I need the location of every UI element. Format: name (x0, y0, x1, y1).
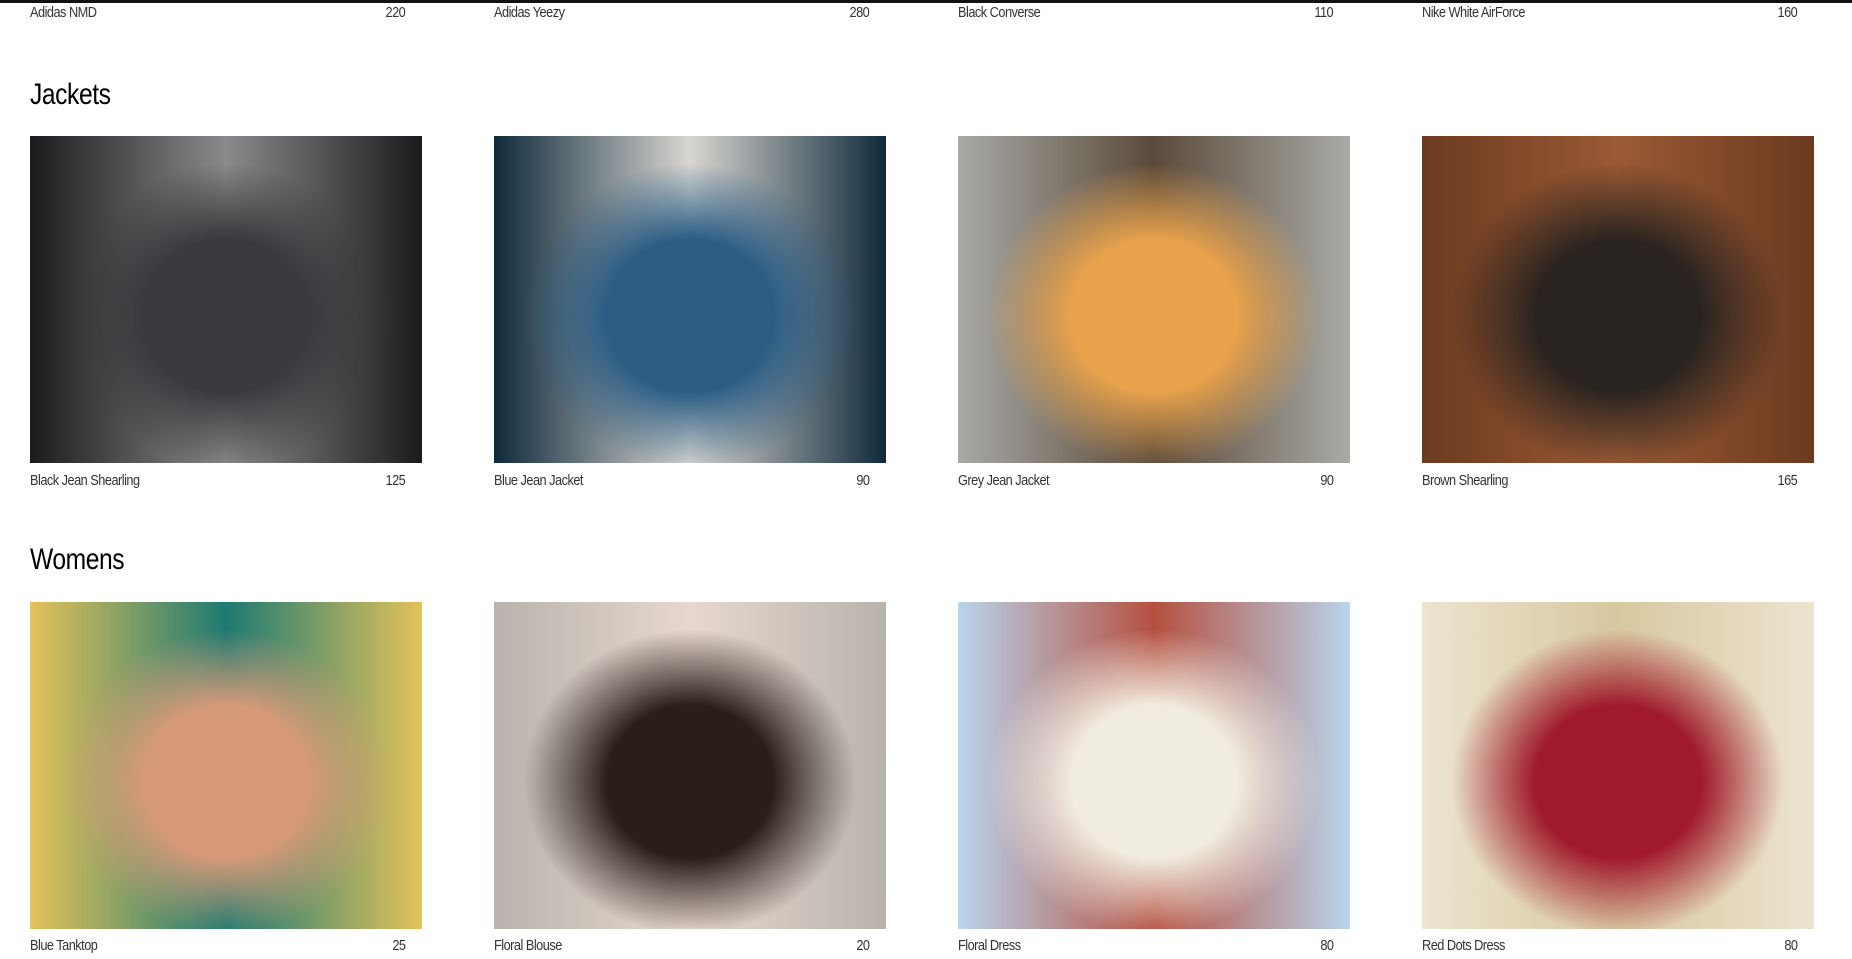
product-name[interactable]: Brown Shearling (1422, 472, 1508, 489)
product-price: 90 (855, 472, 870, 489)
product-caption[interactable]: Adidas Yeezy 280 (494, 4, 886, 26)
product-caption[interactable]: Brown Shearling 165 (1422, 472, 1814, 494)
product-price: 125 (385, 472, 405, 489)
section-heading: Womens (30, 543, 125, 576)
product-name[interactable]: Adidas Yeezy (494, 4, 565, 21)
product-price: 165 (1777, 472, 1797, 489)
product-name[interactable]: Black Converse (958, 4, 1041, 21)
product-image[interactable] (1422, 136, 1814, 463)
product-caption[interactable]: Adidas NMD 220 (30, 4, 422, 26)
product-price: 280 (849, 4, 869, 21)
product-image[interactable] (494, 602, 886, 929)
product-caption[interactable]: Floral Dress 80 (958, 937, 1350, 959)
section-heading: Jackets (30, 78, 111, 111)
product-caption[interactable]: Floral Blouse 20 (494, 937, 886, 959)
product-caption[interactable]: Red Dots Dress 80 (1422, 937, 1814, 959)
product-caption[interactable]: Blue Jean Jacket 90 (494, 472, 886, 494)
product-name[interactable]: Grey Jean Jacket (958, 472, 1050, 489)
product-price: 160 (1777, 4, 1797, 21)
product-caption[interactable]: Blue Tanktop 25 (30, 937, 422, 959)
product-price: 110 (1314, 4, 1333, 21)
product-name[interactable]: Blue Jean Jacket (494, 472, 583, 489)
product-name[interactable]: Nike White AirForce (1422, 4, 1525, 21)
product-caption[interactable]: Black Converse 110 (958, 4, 1350, 26)
product-image[interactable] (494, 136, 886, 463)
product-image[interactable] (1422, 602, 1814, 929)
product-image[interactable] (30, 136, 422, 463)
product-price: 90 (1319, 472, 1334, 489)
product-name[interactable]: Black Jean Shearling (30, 472, 140, 489)
product-price: 220 (385, 4, 405, 21)
product-image[interactable] (958, 602, 1350, 929)
top-border (0, 0, 1852, 3)
product-image[interactable] (958, 136, 1350, 463)
product-image[interactable] (30, 602, 422, 929)
product-caption[interactable]: Grey Jean Jacket 90 (958, 472, 1350, 494)
product-caption[interactable]: Nike White AirForce 160 (1422, 4, 1814, 26)
product-name[interactable]: Adidas NMD (30, 4, 97, 21)
product-caption[interactable]: Black Jean Shearling 125 (30, 472, 422, 494)
